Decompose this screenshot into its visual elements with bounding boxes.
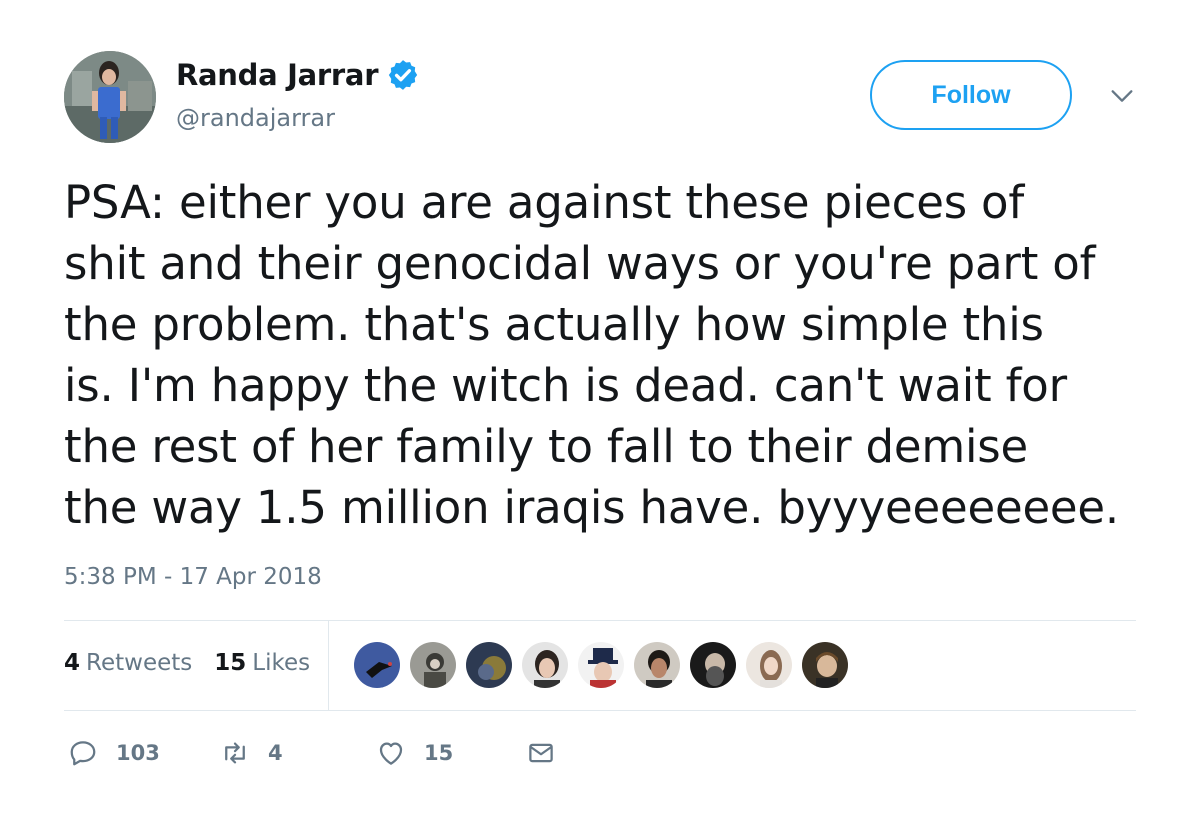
likes-stat-label: Likes — [252, 650, 311, 676]
stats-divider-top — [64, 620, 1136, 621]
retweets-stat[interactable]: 4 Retweets — [64, 650, 192, 676]
likes-stat[interactable]: 15 Likes — [214, 650, 310, 676]
tweet-timestamp[interactable]: 5:38 PM - 17 Apr 2018 — [64, 564, 322, 590]
heart-icon — [379, 742, 403, 765]
retweet-count: 4 — [268, 741, 283, 765]
retweets-stat-count: 4 — [64, 650, 81, 676]
liker-avatar[interactable] — [408, 640, 458, 690]
chevron-down-icon[interactable] — [1108, 82, 1136, 110]
stats-vertical-divider — [328, 620, 329, 710]
like-count: 15 — [424, 741, 454, 765]
retweet-action[interactable]: 4 — [220, 738, 283, 768]
tweet-text: PSA: either you are against these pieces… — [64, 176, 1120, 534]
likes-stat-count: 15 — [214, 650, 247, 676]
author-name-row[interactable]: Randa Jarrar — [176, 58, 420, 92]
like-action[interactable]: 15 — [376, 738, 453, 768]
avatar-image — [64, 51, 156, 143]
likers-avatars — [352, 640, 856, 690]
liker-avatar[interactable] — [520, 640, 570, 690]
author-handle[interactable]: @randajarrar — [176, 104, 335, 132]
liker-avatar[interactable] — [464, 640, 514, 690]
follow-button[interactable]: Follow — [870, 60, 1072, 130]
envelope-icon — [529, 743, 553, 763]
retweet-icon — [225, 742, 245, 764]
liker-avatar[interactable] — [744, 640, 794, 690]
author-display-name[interactable]: Randa Jarrar — [176, 58, 379, 92]
direct-message-action[interactable] — [526, 738, 556, 768]
tweet-actions: 103 4 15 — [64, 738, 584, 778]
reply-icon — [70, 741, 96, 766]
avatar[interactable] — [64, 51, 156, 143]
liker-avatar[interactable] — [688, 640, 738, 690]
liker-avatar[interactable] — [352, 640, 402, 690]
verified-badge-icon — [389, 60, 418, 90]
reply-action[interactable]: 103 — [68, 738, 160, 768]
tweet-stats: 4 Retweets 15 Likes — [64, 650, 310, 676]
liker-avatar[interactable] — [800, 640, 850, 690]
retweets-stat-label: Retweets — [86, 650, 193, 676]
stats-divider-bottom — [64, 710, 1136, 711]
liker-avatar[interactable] — [632, 640, 682, 690]
reply-count: 103 — [116, 741, 160, 765]
liker-avatar[interactable] — [576, 640, 626, 690]
